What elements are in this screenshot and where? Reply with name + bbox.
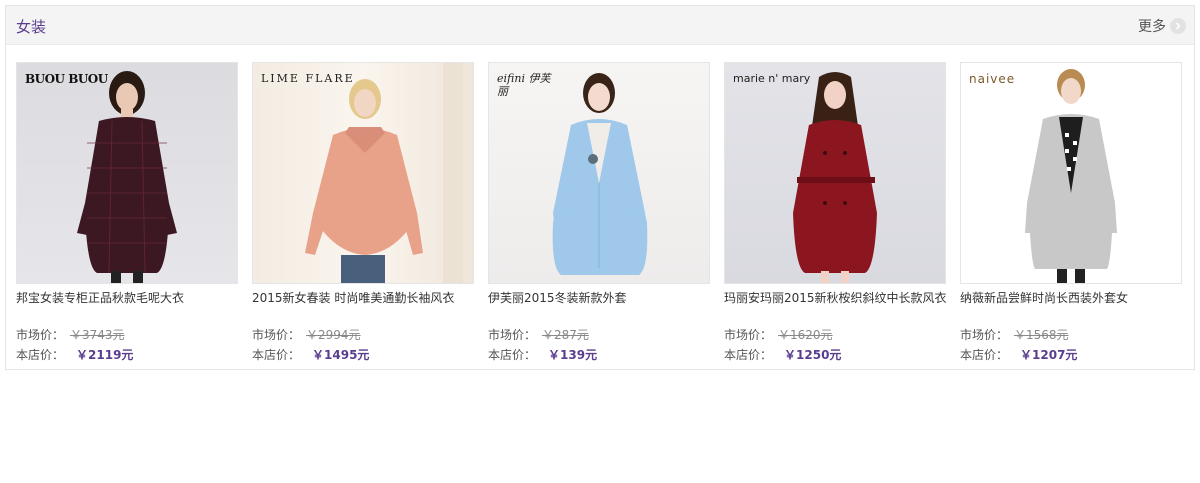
product-card: LIME FLARE 2015新女春装 时尚唯美通勤长袖风衣 市场价： ￥2994… (252, 62, 474, 362)
store-price-label: 本店价： (16, 348, 65, 362)
product-name[interactable]: 邦宝女装专柜正品秋款毛呢大衣 (16, 289, 256, 306)
store-price-row: 本店价： ￥1250元 (724, 346, 841, 363)
womens-wear-panel: 女装 更多 BUOU BUOU 邦宝女装专柜正品秋款毛呢大衣 市场价： ￥374… (5, 5, 1195, 370)
market-price-row: 市场价： ￥1620元 (724, 326, 833, 343)
more-label: 更多 (1138, 19, 1166, 35)
product-card: BUOU BUOU 邦宝女装专柜正品秋款毛呢大衣 市场价： ￥3743元 本店价… (16, 62, 238, 362)
market-price-label: 市场价： (16, 328, 65, 342)
market-price-label: 市场价： (960, 328, 1009, 342)
model-illustration (793, 72, 877, 283)
brand-logo: marie n' mary (733, 72, 811, 85)
market-price-row: 市场价： ￥2994元 (252, 326, 361, 343)
brand-logo: LIME FLARE (261, 72, 355, 85)
store-price: ￥1250元 (784, 348, 842, 362)
market-price: ￥1620元 (778, 328, 833, 342)
product-image[interactable]: eifini 伊芙丽 (488, 62, 710, 284)
market-price-label: 市场价： (724, 328, 773, 342)
store-price-label: 本店价： (724, 348, 773, 362)
market-price: ￥287元 (542, 328, 589, 342)
market-price-label: 市场价： (252, 328, 301, 342)
store-price-label: 本店价： (488, 348, 537, 362)
section-title: 女装 (16, 18, 47, 36)
brand-logo: naivee (969, 72, 1016, 86)
market-price: ￥2994元 (306, 328, 361, 342)
store-price-row: 本店价： ￥2119元 (16, 346, 133, 363)
product-image[interactable]: naivee (960, 62, 1182, 284)
product-image[interactable]: LIME FLARE (252, 62, 474, 284)
panel-header: 女装 更多 (6, 6, 1194, 45)
market-price-row: 市场价： ￥287元 (488, 326, 589, 343)
model-illustration (305, 63, 463, 283)
store-price-row: 本店价： ￥1207元 (960, 346, 1077, 363)
more-link[interactable]: 更多 (1138, 16, 1186, 36)
store-price-label: 本店价： (252, 348, 301, 362)
product-card: marie n' mary 玛丽安玛丽2015新秋桉织斜纹中长款风衣 市场价： ￥… (724, 62, 947, 362)
brand-logo: BUOU BUOU (25, 72, 108, 86)
brand-logo: eifini 伊芙丽 (497, 72, 551, 98)
store-price: ￥1207元 (1020, 348, 1078, 362)
product-name[interactable]: 玛丽安玛丽2015新秋桉织斜纹中长款风衣 (724, 289, 964, 306)
market-price: ￥3743元 (70, 328, 125, 342)
market-price-row: 市场价： ￥1568元 (960, 326, 1069, 343)
store-price: ￥139元 (548, 348, 598, 362)
market-price: ￥1568元 (1014, 328, 1069, 342)
product-image[interactable]: marie n' mary (724, 62, 946, 284)
product-name[interactable]: 2015新女春装 时尚唯美通勤长袖风衣 (252, 289, 492, 306)
product-name[interactable]: 纳薇新品尝鲜时尚长西装外套女 (960, 289, 1200, 306)
model-illustration (77, 71, 177, 283)
market-price-label: 市场价： (488, 328, 537, 342)
product-image[interactable]: BUOU BUOU (16, 62, 238, 284)
store-price: ￥2119元 (76, 348, 134, 362)
product-name[interactable]: 伊芙丽2015冬装新款外套 (488, 289, 728, 306)
chevron-right-icon (1170, 18, 1186, 34)
market-price-row: 市场价： ￥3743元 (16, 326, 125, 343)
store-price-label: 本店价： (960, 348, 1009, 362)
model-illustration (1025, 69, 1117, 283)
store-price-row: 本店价： ￥1495元 (252, 346, 369, 363)
product-card: naivee 纳薇新品尝鲜时尚长西装外套女 市场价： ￥1568元 本店价： ￥12… (960, 62, 1182, 362)
store-price: ￥1495元 (312, 348, 370, 362)
store-price-row: 本店价： ￥139元 (488, 346, 597, 363)
product-card: eifini 伊芙丽 伊芙丽2015冬装新款外套 市场价： ￥287元 本店价： ￥… (488, 62, 710, 362)
